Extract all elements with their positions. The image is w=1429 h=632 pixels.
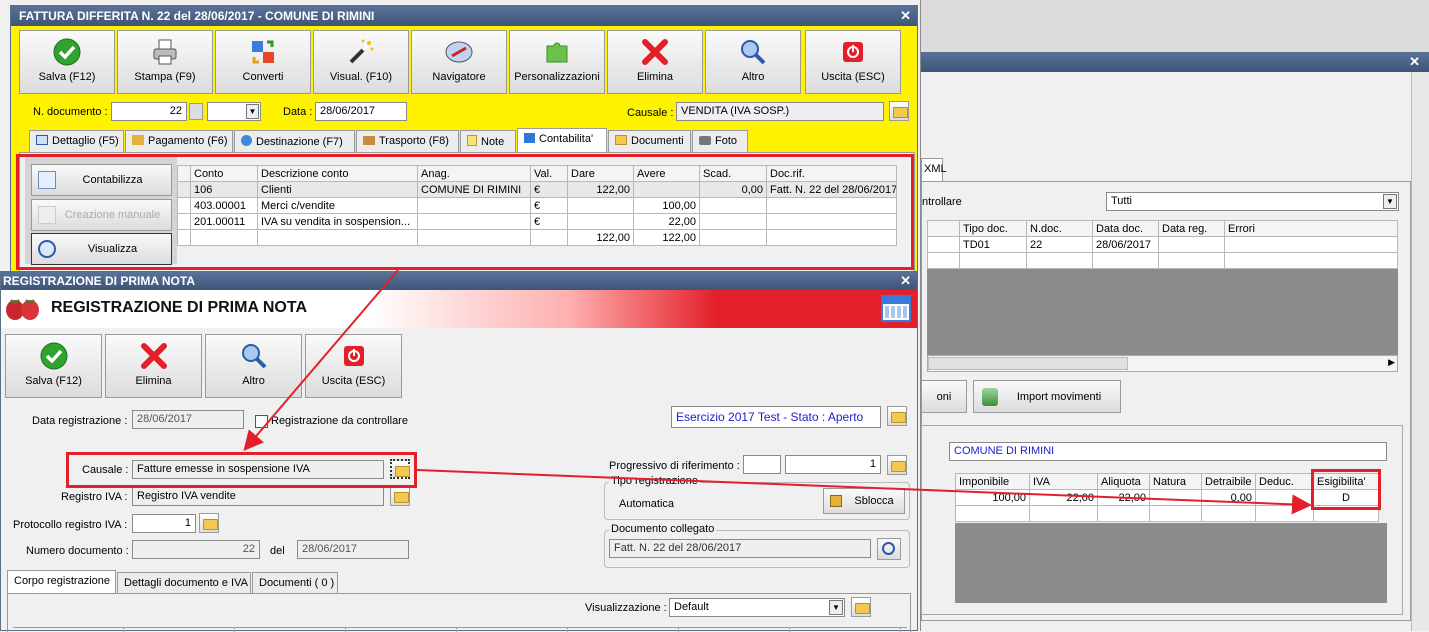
arrow-causale-to-esigibilita bbox=[416, 469, 1312, 515]
arrow-contabilita-to-causale bbox=[243, 269, 399, 452]
annotation-arrows bbox=[243, 269, 1312, 515]
